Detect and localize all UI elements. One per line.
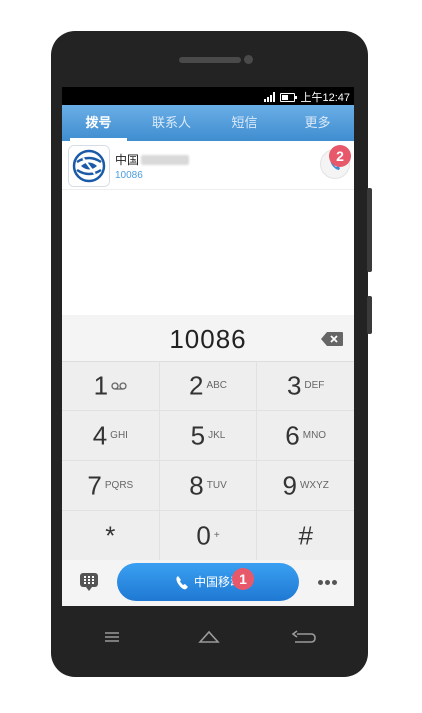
contact-suggestion[interactable]: 中国 10086 — [62, 141, 354, 190]
contact-name: 中国 — [115, 151, 190, 168]
contact-number: 10086 — [115, 170, 143, 181]
battery-icon — [280, 92, 298, 102]
tab-messages[interactable]: 短信 — [208, 105, 281, 141]
key-9[interactable]: 9 WXYZ — [257, 461, 354, 510]
dialpad-toggle-icon[interactable] — [79, 572, 99, 592]
more-icon[interactable] — [318, 580, 337, 585]
key-star[interactable]: * — [62, 511, 160, 560]
back-icon[interactable] — [291, 630, 317, 644]
phone-icon — [176, 575, 188, 590]
dialpad: 10086 1 2 ABC 3 DEF 4 GHI 5 JKL 6 MNO 7 PQRS — [62, 315, 354, 606]
tab-dialer[interactable]: 拨号 — [62, 105, 135, 141]
key-4[interactable]: 4 GHI — [62, 411, 160, 460]
number-display: 10086 — [62, 315, 354, 362]
dialed-number: 10086 — [169, 324, 247, 354]
key-7[interactable]: 7 PQRS — [62, 461, 160, 510]
home-icon[interactable] — [198, 630, 220, 644]
dialer-actions: 中国移动 — [62, 560, 354, 606]
key-hash[interactable]: # — [257, 511, 354, 560]
menu-icon[interactable] — [103, 630, 121, 644]
screen: 上午12:47 拨号 联系人 短信 更多 中国 10086 2 10086 1 … — [62, 87, 354, 606]
backspace-icon[interactable] — [320, 331, 344, 347]
key-2[interactable]: 2 ABC — [160, 361, 258, 410]
key-8[interactable]: 8 TUV — [160, 461, 258, 510]
key-0[interactable]: 0 + — [160, 511, 258, 560]
signal-icon — [264, 92, 276, 102]
tab-more[interactable]: 更多 — [281, 105, 354, 141]
voicemail-icon — [111, 382, 127, 390]
status-time: 上午12:47 — [300, 92, 350, 104]
key-5[interactable]: 5 JKL — [160, 411, 258, 460]
china-mobile-logo — [68, 145, 110, 187]
annotation-badge-1: 1 — [232, 568, 254, 590]
front-camera — [244, 55, 253, 64]
status-bar: 上午12:47 — [62, 87, 354, 105]
annotation-badge-2: 2 — [329, 145, 351, 167]
key-6[interactable]: 6 MNO — [257, 411, 354, 460]
key-1[interactable]: 1 — [62, 361, 160, 410]
volume-button — [367, 296, 372, 334]
earpiece-speaker — [179, 57, 241, 63]
keypad: 1 2 ABC 3 DEF 4 GHI 5 JKL 6 MNO 7 PQRS 8 TUV 9W… — [62, 361, 354, 561]
tab-contacts[interactable]: 联系人 — [135, 105, 208, 141]
key-3[interactable]: 3 DEF — [257, 361, 354, 410]
tab-bar: 拨号 联系人 短信 更多 — [62, 105, 354, 141]
hardware-keys — [51, 606, 368, 677]
blurred-name — [141, 155, 190, 165]
call-button[interactable]: 中国移动 — [117, 563, 299, 601]
power-button — [367, 188, 372, 272]
